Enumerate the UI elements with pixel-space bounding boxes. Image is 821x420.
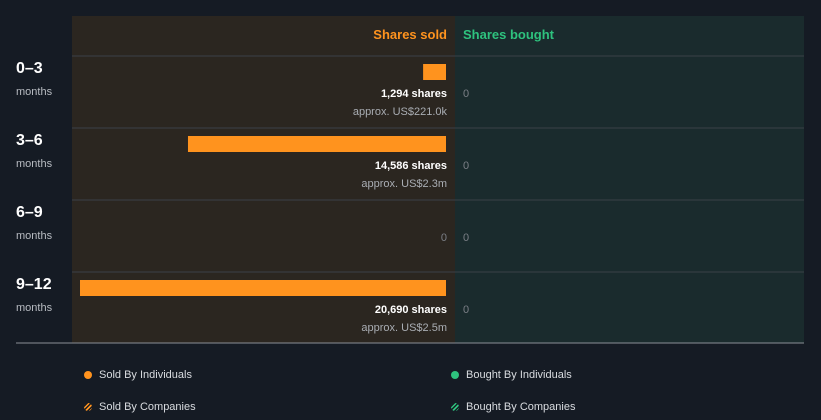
sold-shares-label: 14,586 shares bbox=[374, 160, 447, 172]
row-period-title: 9–12 bbox=[16, 276, 52, 293]
legend-label: Bought By Companies bbox=[466, 401, 576, 413]
legend-label: Bought By Individuals bbox=[466, 369, 572, 381]
orange-hatched-dot-icon bbox=[84, 403, 92, 411]
row-period-unit: months bbox=[16, 230, 53, 242]
sold-shares-label: 20,690 shares bbox=[374, 304, 447, 316]
sold-bar bbox=[80, 280, 446, 296]
row-period-unit: months bbox=[16, 86, 53, 98]
row-period-title: 0–3 bbox=[16, 60, 43, 77]
sold-zero-label: 0 bbox=[440, 232, 447, 244]
legend-sold-companies: Sold By Companies bbox=[84, 401, 196, 413]
row-period-title: 3–6 bbox=[16, 132, 43, 149]
sold-value-label: approx. US$2.5m bbox=[361, 322, 447, 334]
sold-shares-label: 1,294 shares bbox=[380, 88, 447, 100]
legend-label: Sold By Individuals bbox=[99, 369, 192, 381]
bought-panel bbox=[455, 16, 804, 343]
bought-zero-label: 0 bbox=[463, 304, 470, 316]
orange-dot-icon bbox=[84, 371, 92, 379]
legend-bought-individuals: Bought By Individuals bbox=[451, 369, 572, 381]
row-period-unit: months bbox=[16, 302, 53, 314]
legend-bought-companies: Bought By Companies bbox=[451, 401, 575, 413]
row-period-title: 6–9 bbox=[16, 204, 43, 221]
bought-zero-label: 0 bbox=[463, 160, 470, 172]
green-dot-icon bbox=[451, 371, 459, 379]
bought-zero-label: 0 bbox=[463, 232, 470, 244]
shares-bought-header: Shares bought bbox=[463, 27, 555, 42]
legend-sold-individuals: Sold By Individuals bbox=[84, 369, 192, 381]
bought-zero-label: 0 bbox=[463, 88, 470, 100]
sold-value-label: approx. US$221.0k bbox=[352, 106, 447, 118]
sold-bar bbox=[423, 64, 446, 80]
shares-sold-header: Shares sold bbox=[373, 27, 447, 42]
sold-value-label: approx. US$2.3m bbox=[361, 178, 447, 190]
insider-trading-chart bbox=[16, 16, 804, 344]
legend-label: Sold By Companies bbox=[99, 401, 196, 413]
sold-bar bbox=[187, 136, 446, 152]
green-hatched-dot-icon bbox=[451, 403, 459, 411]
row-period-unit: months bbox=[16, 158, 53, 170]
